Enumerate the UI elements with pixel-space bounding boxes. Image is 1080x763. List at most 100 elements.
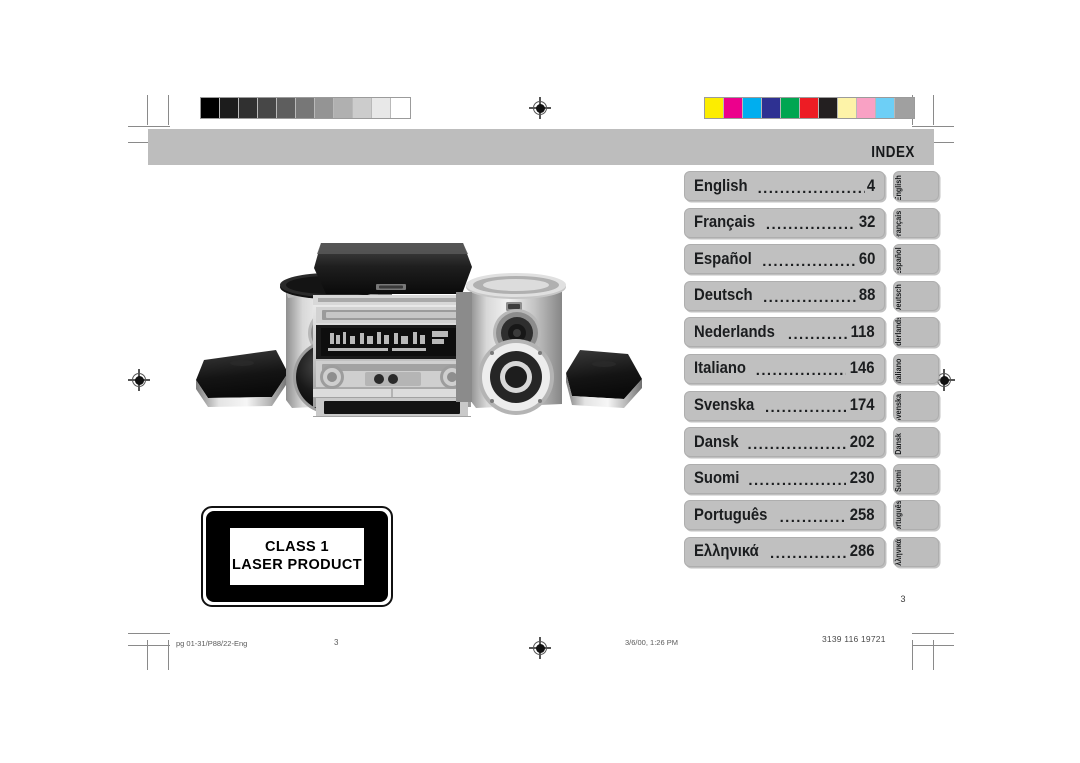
index-entry-page: 88 [858,286,875,305]
index-entry-leader: ........................................… [764,400,847,416]
index-entry-language: Ελληνικά [694,542,759,561]
index-entry-language: Dansk [694,432,739,451]
index-entry[interactable]: Español.................................… [684,244,885,275]
side-tab-italiano[interactable]: Italiano [893,353,939,384]
side-tab-label: Suomi [893,469,903,492]
index-entry-language: Español [694,249,752,268]
side-tab-espaol[interactable]: Español [893,244,939,275]
index-entry[interactable]: Italiano................................… [684,353,885,384]
index-entry-page: 146 [850,359,875,378]
calibration-swatch [876,98,895,118]
index-entry-language: Português [694,505,768,524]
left-surround-speaker [196,350,288,407]
index-entry[interactable]: Svenska.................................… [684,390,885,421]
index-entry[interactable]: Français................................… [684,207,885,238]
index-entry-box[interactable]: Ελληνικά................................… [684,536,885,567]
index-entry-leader: ........................................… [779,509,847,525]
side-tab-svenska[interactable]: Svenska [893,390,939,421]
index-language-list: English.................................… [684,171,885,574]
side-tab-label: English [893,175,903,201]
side-tab-deutsch[interactable]: Deutsch [893,280,939,311]
index-entry-box[interactable]: Français................................… [684,207,885,238]
laser-label-plate: CLASS 1 LASER PRODUCT [230,528,364,585]
calibration-swatch [724,98,743,118]
index-entry-leader: ........................................… [748,473,846,489]
registration-mark-left [128,369,150,391]
side-tab-label: Dansk [893,433,903,455]
index-entry-language: Français [694,213,756,232]
crop-mark-top-left-horizontal [128,126,170,127]
calibration-swatch [762,98,781,118]
color-calibration-bar [704,97,915,119]
manual-page: INDEX English ................... 4 Fran… [0,0,1080,763]
index-entry-box[interactable]: Svenska.................................… [684,390,885,421]
calibration-swatch [258,98,277,118]
calibration-swatch [857,98,876,118]
index-entry-leader: ........................................… [757,180,865,196]
calibration-swatch [819,98,838,118]
index-entry[interactable]: Ελληνικά................................… [684,536,885,567]
index-entry[interactable]: English.................................… [684,171,885,201]
index-entry-page: 258 [850,505,875,524]
index-entry-box[interactable]: Español.................................… [684,244,885,275]
index-entry[interactable]: Deutsch.................................… [684,280,885,311]
index-entry-page: 4 [866,176,875,195]
index-entry-language: Svenska [694,396,755,415]
crop-mark-top-right-vertical [933,95,934,125]
index-entry-language: Deutsch [694,286,753,305]
index-entry-box[interactable]: Deutsch.................................… [684,280,885,311]
index-entry-leader: ........................................… [763,290,856,306]
side-tab-suomi[interactable]: Suomi [893,463,939,494]
index-entry[interactable]: Português...............................… [684,500,885,531]
index-entry-box[interactable]: Dansk...................................… [684,427,885,458]
center-hifi-unit [313,243,472,422]
index-header-banner: INDEX [148,129,934,165]
crop-mark-top-left-vertical [147,95,148,125]
crop-mark-bottom-left-outer [128,645,170,646]
calibration-swatch [334,98,353,118]
index-entry-box[interactable]: Suomi...................................… [684,463,885,494]
calibration-swatch [201,98,220,118]
index-entry-language: English [694,176,748,195]
calibration-swatch [353,98,372,118]
crop-mark-top-right-horizontal [912,126,954,127]
side-tab-english[interactable]: English [893,171,939,201]
index-entry[interactable]: Suomi...................................… [684,463,885,494]
index-entry[interactable]: Dansk...................................… [684,427,885,458]
calibration-swatch [239,98,258,118]
index-entry-leader: ........................................… [747,436,847,452]
index-entry-leader: ........................................… [765,217,856,233]
side-tab-nederlands[interactable]: Nederlands [893,317,939,348]
index-entry[interactable]: Nederlands..............................… [684,317,885,348]
calibration-swatch [315,98,334,118]
side-tab-label: Português [893,500,903,531]
index-entry-page: 202 [850,432,875,451]
side-tab-dansk[interactable]: Dansk [893,427,939,458]
index-entry-box[interactable]: Português...............................… [684,500,885,531]
calibration-swatch [391,98,410,118]
crop-mark-bottom-right-outer-v [912,640,913,670]
laser-label-line2: LASER PRODUCT [231,556,363,573]
side-tab-franais[interactable]: Français [893,207,939,238]
class-1-laser-product-label: CLASS 1 LASER PRODUCT [201,506,393,607]
index-entry-box[interactable]: Italiano................................… [684,353,885,384]
right-surround-speaker [566,350,642,408]
side-tab-label: Ελληνικά [893,538,903,567]
footer-page-number: 3 [334,638,339,647]
side-tab-label: Nederlands [893,317,903,348]
product-photo-hifi-system [180,232,650,422]
side-tab-portugus[interactable]: Português [893,500,939,531]
calibration-swatch [800,98,819,118]
laser-label-line1: CLASS 1 [264,539,330,556]
laser-label-black-frame: CLASS 1 LASER PRODUCT [206,511,388,602]
side-tab-label: Español [893,247,903,275]
side-tab-[interactable]: Ελληνικά [893,536,939,567]
index-entry-page: 174 [850,396,875,415]
index-entry-box[interactable]: Nederlands..............................… [684,317,885,348]
index-entry-language: Italiano [694,359,746,378]
page-number: 3 [900,594,906,604]
index-entry-page: 60 [858,249,875,268]
index-entry-box[interactable]: English.................................… [684,171,885,201]
calibration-swatch [838,98,857,118]
calibration-swatch [781,98,800,118]
